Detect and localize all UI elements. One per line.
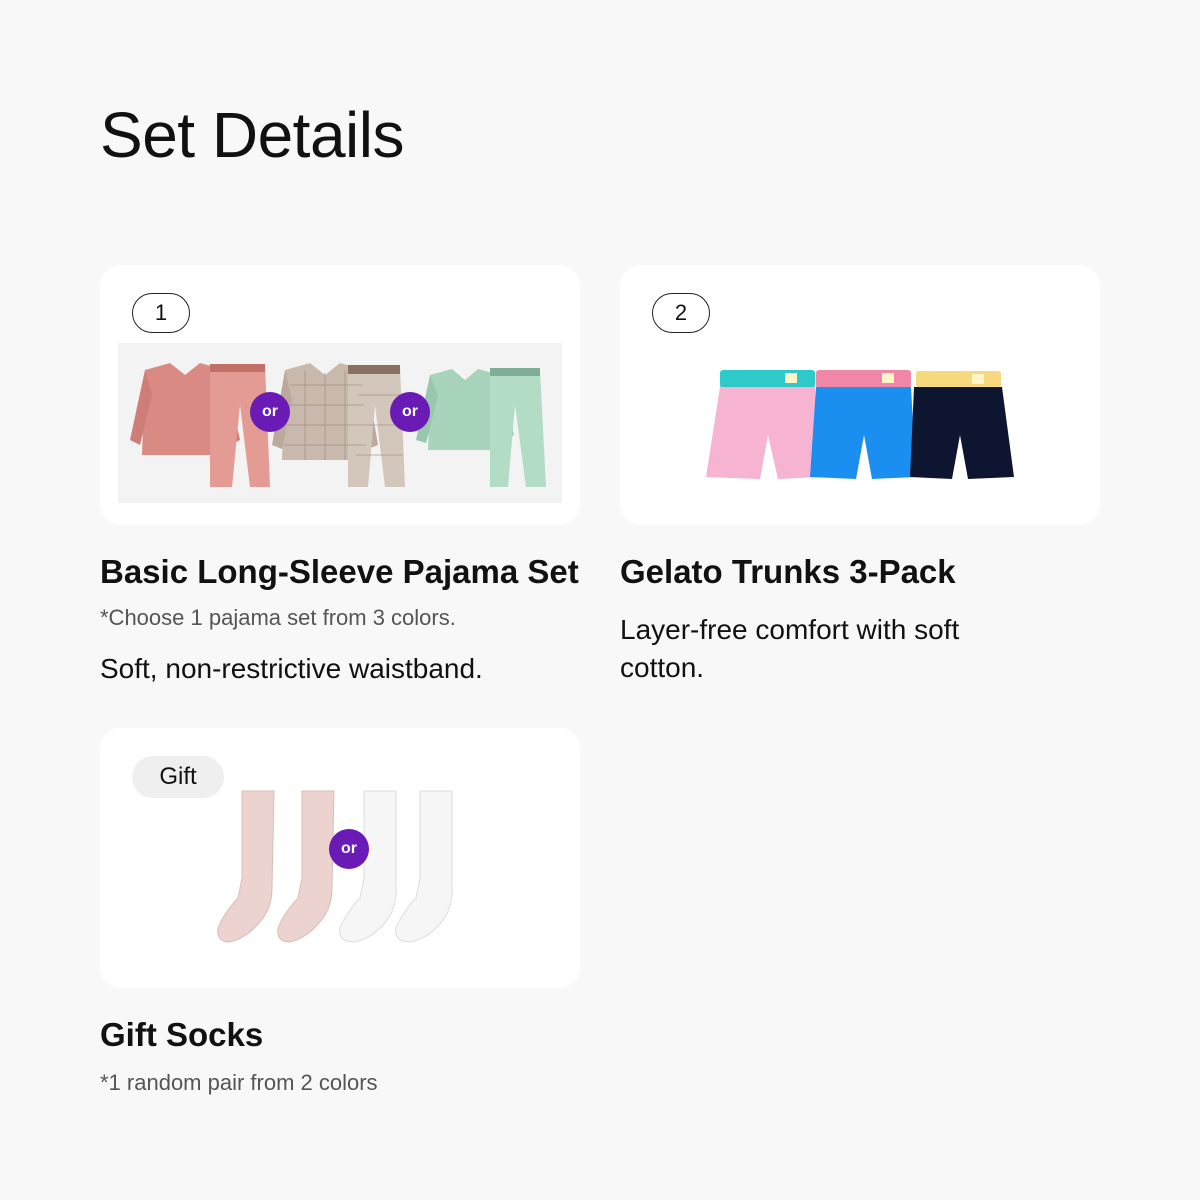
item-description: Layer-free comfort with soft cotton. bbox=[620, 614, 960, 683]
item-note: *1 random pair from 2 colors bbox=[100, 1070, 378, 1095]
or-badge: or bbox=[390, 392, 430, 432]
item-number-badge: 2 bbox=[652, 293, 710, 333]
item-title: Basic Long-Sleeve Pajama Set bbox=[100, 553, 579, 590]
item-title: Gift Socks bbox=[100, 1016, 264, 1053]
item-number-badge: 1 bbox=[132, 293, 190, 333]
trunks-card[interactable]: 2 bbox=[620, 265, 1100, 525]
page-title: Set Details bbox=[100, 99, 404, 171]
or-badge: or bbox=[329, 829, 369, 869]
pajama-set-card[interactable]: 1 or or bbox=[100, 265, 580, 525]
or-badge: or bbox=[250, 392, 290, 432]
gift-socks-card[interactable]: Gift or bbox=[100, 728, 580, 988]
trunk-pink bbox=[706, 370, 818, 479]
socks-pink bbox=[217, 790, 335, 943]
item-title: Gelato Trunks 3-Pack bbox=[620, 553, 956, 590]
trunk-navy bbox=[910, 371, 1014, 479]
item-note: *Choose 1 pajama set from 3 colors. bbox=[100, 605, 456, 630]
item-description: Soft, non-restrictive waistband. bbox=[100, 653, 483, 684]
gift-badge: Gift bbox=[132, 756, 224, 798]
trunk-blue bbox=[810, 370, 916, 479]
